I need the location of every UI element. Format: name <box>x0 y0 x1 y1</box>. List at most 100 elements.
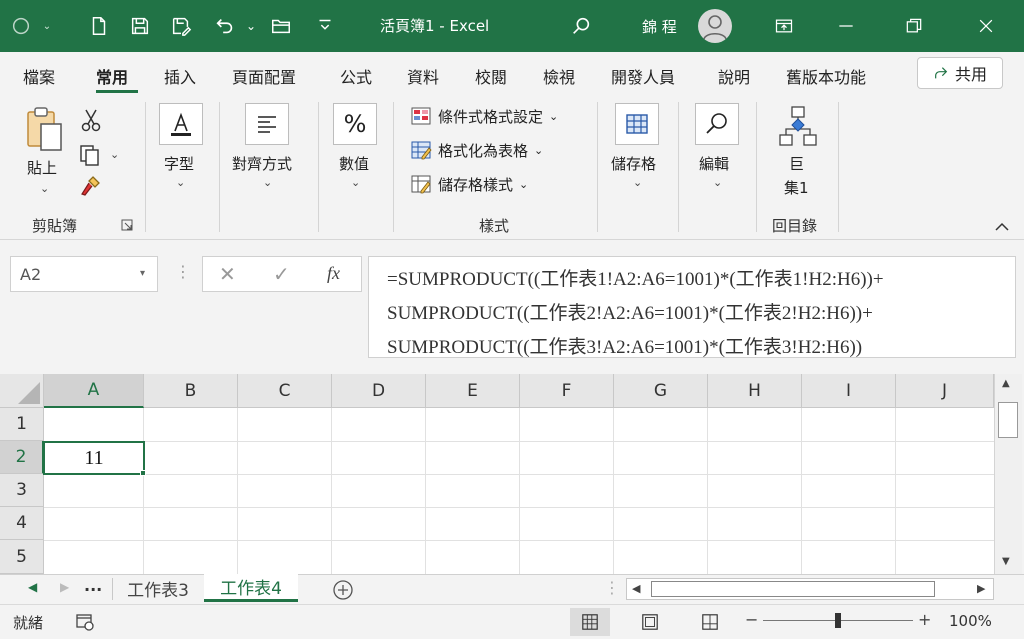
new-file-icon[interactable] <box>86 13 112 39</box>
insert-function-icon[interactable]: fx <box>327 263 340 284</box>
name-box[interactable]: A2 <box>10 256 158 292</box>
horizontal-scrollbar[interactable]: ◀ ▶ <box>626 578 994 600</box>
undo-dropdown-icon[interactable]: ⌄ <box>238 13 264 39</box>
macro-label-line1[interactable]: 巨 <box>789 153 804 174</box>
format-as-table-button[interactable]: 格式化為表格 ⌄ <box>410 138 543 162</box>
ribbon-display-options-icon[interactable] <box>772 14 796 38</box>
column-header-h[interactable]: H <box>708 374 802 408</box>
tab-insert[interactable]: 插入 <box>164 64 196 88</box>
zoom-out-button[interactable]: − <box>745 610 758 629</box>
editing-icon[interactable] <box>695 103 739 145</box>
format-painter-icon[interactable] <box>79 174 103 198</box>
formula-bar-grip-icon[interactable]: ⋮ <box>175 262 191 281</box>
tab-split-grip-icon[interactable]: ⋮ <box>604 578 620 597</box>
number-label[interactable]: 數值 <box>339 153 369 174</box>
vertical-scroll-thumb[interactable] <box>998 402 1018 438</box>
number-format-icon[interactable]: % <box>333 103 377 145</box>
undo-icon[interactable] <box>212 13 238 39</box>
macro-label-line2[interactable]: 集1 <box>784 177 809 198</box>
font-dropdown-icon[interactable]: ⌄ <box>176 176 185 189</box>
tab-home[interactable]: 常用 <box>96 64 128 88</box>
macro-icon[interactable] <box>778 105 818 149</box>
cells-icon[interactable] <box>615 103 659 145</box>
scroll-sheets-left-icon[interactable]: ◀ <box>28 580 37 594</box>
tab-formulas[interactable]: 公式 <box>340 64 372 88</box>
column-header-a[interactable]: A <box>44 374 144 408</box>
sheet-tab-3[interactable]: 工作表3 <box>114 574 202 602</box>
row-header-1[interactable]: 1 <box>0 408 44 441</box>
column-header-c[interactable]: C <box>238 374 332 408</box>
page-break-view-button[interactable] <box>690 608 730 636</box>
scroll-right-icon[interactable]: ▶ <box>977 582 985 595</box>
autosave-toggle-icon[interactable] <box>8 13 34 39</box>
tab-file[interactable]: 檔案 <box>23 64 55 88</box>
copy-dropdown-icon[interactable]: ⌄ <box>110 148 119 161</box>
tab-data[interactable]: 資料 <box>407 64 439 88</box>
more-sheets-ellipsis[interactable]: ... <box>84 576 102 595</box>
page-layout-view-button[interactable] <box>630 608 670 636</box>
tab-view[interactable]: 檢視 <box>543 64 575 88</box>
column-header-j[interactable]: J <box>896 374 994 408</box>
horizontal-scroll-thumb[interactable] <box>651 581 935 597</box>
cells-dropdown-icon[interactable]: ⌄ <box>633 176 642 189</box>
clipboard-launcher-icon[interactable] <box>121 219 133 231</box>
user-avatar[interactable] <box>698 9 732 43</box>
column-header-i[interactable]: I <box>802 374 896 408</box>
column-header-b[interactable]: B <box>144 374 238 408</box>
scroll-sheets-right-icon[interactable]: ▶ <box>60 580 69 594</box>
tab-legacy-features[interactable]: 舊版本功能 <box>786 64 866 88</box>
paste-dropdown-icon[interactable]: ⌄ <box>40 182 49 195</box>
save-icon[interactable] <box>127 13 153 39</box>
paste-icon[interactable] <box>25 106 63 152</box>
zoom-slider-thumb[interactable] <box>835 613 841 628</box>
accessibility-icon[interactable] <box>75 612 95 632</box>
alignment-dropdown-icon[interactable]: ⌄ <box>263 176 272 189</box>
collapse-ribbon-icon[interactable] <box>993 220 1011 234</box>
column-header-g[interactable]: G <box>614 374 708 408</box>
minimize-icon[interactable] <box>834 14 858 38</box>
tab-review[interactable]: 校閱 <box>475 64 507 88</box>
cut-icon[interactable] <box>80 108 102 132</box>
cells-label[interactable]: 儲存格 <box>611 153 656 174</box>
share-button[interactable]: 共用 <box>917 57 1003 89</box>
restore-icon[interactable] <box>902 14 926 38</box>
fill-handle[interactable] <box>140 470 146 476</box>
editing-label[interactable]: 編輯 <box>699 153 729 174</box>
enter-icon[interactable]: ✓ <box>273 262 290 286</box>
select-all-button[interactable] <box>0 374 44 408</box>
active-cell-a2[interactable]: 11 <box>43 441 145 475</box>
tab-developer[interactable]: 開發人員 <box>611 64 675 88</box>
editing-dropdown-icon[interactable]: ⌄ <box>713 176 722 189</box>
column-header-d[interactable]: D <box>332 374 426 408</box>
new-sheet-icon[interactable] <box>332 579 354 601</box>
paste-label[interactable]: 貼上 <box>27 157 57 178</box>
zoom-level[interactable]: 100% <box>949 612 992 630</box>
user-name[interactable]: 錦 程 <box>642 16 677 37</box>
name-box-dropdown-icon[interactable]: ▾ <box>140 268 145 279</box>
normal-view-button[interactable] <box>570 608 610 636</box>
scroll-down-icon[interactable]: ▼ <box>1002 556 1010 567</box>
open-folder-icon[interactable] <box>268 13 294 39</box>
scroll-left-icon[interactable]: ◀ <box>632 582 640 595</box>
copy-icon[interactable] <box>78 143 102 167</box>
alignment-icon[interactable] <box>245 103 289 145</box>
alignment-label[interactable]: 對齊方式 <box>232 153 292 174</box>
cancel-icon[interactable]: ✕ <box>219 262 236 286</box>
row-header-4[interactable]: 4 <box>0 507 44 540</box>
search-icon[interactable] <box>568 13 594 39</box>
autosave-dropdown-icon[interactable]: ⌄ <box>34 13 60 39</box>
zoom-in-button[interactable]: + <box>918 610 931 629</box>
font-label[interactable]: 字型 <box>164 153 194 174</box>
save-as-edit-icon[interactable] <box>168 13 194 39</box>
scroll-up-icon[interactable]: ▲ <box>1002 378 1010 389</box>
column-header-f[interactable]: F <box>520 374 614 408</box>
font-icon[interactable] <box>159 103 203 145</box>
row-header-2[interactable]: 2 <box>0 441 44 474</box>
number-dropdown-icon[interactable]: ⌄ <box>351 176 360 189</box>
tab-help[interactable]: 說明 <box>718 64 750 88</box>
column-header-e[interactable]: E <box>426 374 520 408</box>
tab-page-layout[interactable]: 頁面配置 <box>232 64 296 88</box>
row-header-3[interactable]: 3 <box>0 474 44 507</box>
close-icon[interactable] <box>974 14 998 38</box>
cell-styles-button[interactable]: 儲存格樣式 ⌄ <box>410 172 528 196</box>
